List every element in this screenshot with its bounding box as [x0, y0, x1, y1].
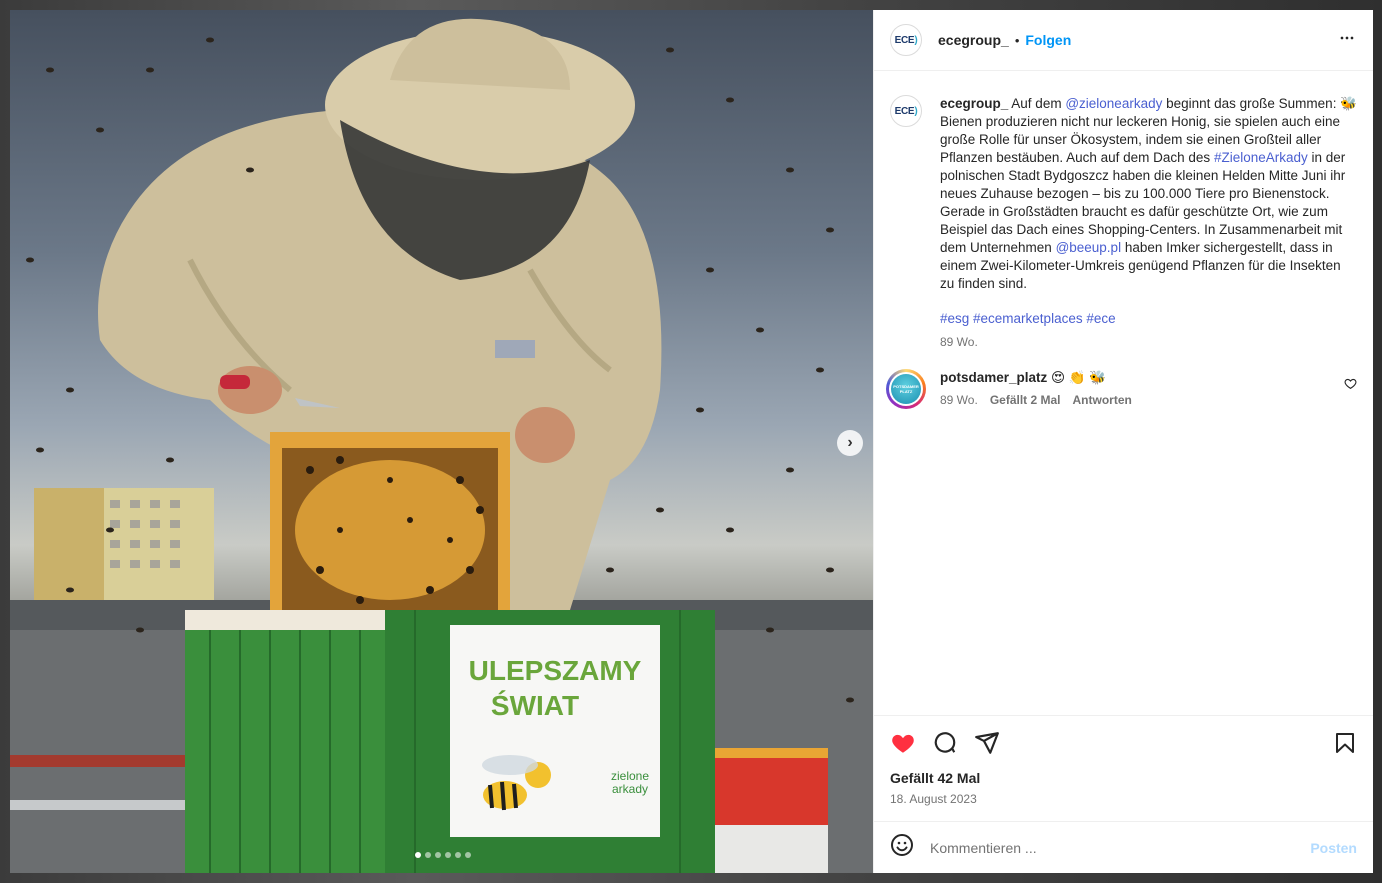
author-avatar[interactable]: ECE): [890, 24, 922, 56]
carousel-dot: [445, 852, 451, 858]
avatar-ring-inner: POTSDAMER PLATZ: [889, 372, 923, 406]
caption-text: ecegroup_ Auf dem @zielonearkady beginnt…: [940, 95, 1358, 293]
post-side-panel: ECE) ecegroup_ • Folgen ECE) ecegroup_ A…: [873, 10, 1373, 873]
action-bar: [890, 730, 1357, 760]
follow-button[interactable]: Folgen: [1025, 32, 1071, 48]
avatar-logo-text: ECE: [894, 105, 915, 117]
caption-hashtags[interactable]: #esg #ecemarketplaces #ece: [940, 311, 1358, 326]
reply-button[interactable]: Antworten: [1073, 393, 1132, 407]
beekeeper-photo: ULEPSZAMY ŚWIAT zielone arkady: [10, 18, 873, 873]
post-image: ULEPSZAMY ŚWIAT zielone arkady ›: [10, 10, 873, 873]
caption-part: Auf dem: [1011, 96, 1066, 111]
carousel-dot: [415, 852, 421, 858]
caption-avatar[interactable]: ECE): [890, 95, 922, 127]
author-username[interactable]: ecegroup_: [938, 32, 1009, 48]
avatar-swoosh-icon: ): [914, 105, 918, 117]
likes-count[interactable]: Gefällt 42 Mal: [890, 770, 1357, 786]
bookmark-icon[interactable]: [1333, 731, 1357, 760]
mention-link[interactable]: @beeup.pl: [1056, 240, 1122, 255]
post-header: ECE) ecegroup_ • Folgen: [874, 10, 1373, 71]
carousel-dot: [435, 852, 441, 858]
commenter-avatar-image: POTSDAMER PLATZ: [891, 374, 921, 404]
sign-text-line1: ULEPSZAMY: [469, 655, 642, 686]
sign-logo-line1: zielone: [611, 769, 649, 783]
carousel-indicator: [415, 852, 471, 858]
mention-link[interactable]: @zielonearkady: [1065, 96, 1162, 111]
post-modal: ULEPSZAMY ŚWIAT zielone arkady › ECE) e…: [10, 10, 1373, 873]
carousel-dot: [455, 852, 461, 858]
next-image-button[interactable]: ›: [837, 430, 863, 456]
post-date[interactable]: 18. August 2023: [890, 792, 1357, 806]
comment-body: potsdamer_platz 😍 👏 🐝: [940, 369, 1132, 387]
comment-likes[interactable]: Gefällt 2 Mal: [990, 393, 1061, 407]
commenter-avatar[interactable]: POTSDAMER PLATZ: [886, 369, 926, 409]
comment-input[interactable]: [930, 839, 1311, 856]
like-heart-icon[interactable]: [890, 730, 916, 761]
comment-item: POTSDAMER PLATZ potsdamer_platz 😍 👏 🐝 89…: [886, 369, 1357, 409]
commenter-username[interactable]: potsdamer_platz: [940, 370, 1047, 385]
caption-time[interactable]: 89 Wo.: [940, 335, 1358, 349]
avatar-swoosh-icon: ): [914, 34, 918, 46]
emoji-icon[interactable]: [890, 833, 914, 862]
more-options-icon[interactable]: [1337, 28, 1357, 53]
separator-dot: •: [1014, 32, 1020, 48]
comment-like-icon[interactable]: [1344, 377, 1357, 393]
carousel-dot: [425, 852, 431, 858]
caption-row: ECE) ecegroup_ Auf dem @zielonearkady be…: [890, 95, 1357, 349]
sign-text-line2: ŚWIAT: [491, 690, 579, 721]
sign-logo-line2: arkady: [612, 782, 648, 796]
comments-section: ECE) ecegroup_ Auf dem @zielonearkady be…: [874, 71, 1373, 715]
post-actions-area: Gefällt 42 Mal 18. August 2023: [874, 715, 1373, 821]
share-icon[interactable]: [974, 730, 1000, 761]
comment-meta: 89 Wo. Gefällt 2 Mal Antworten: [940, 393, 1132, 407]
comment-text: 😍 👏 🐝: [1051, 370, 1107, 385]
comment-time[interactable]: 89 Wo.: [940, 393, 978, 407]
comment-icon[interactable]: [932, 730, 958, 761]
add-comment-bar: Posten: [874, 821, 1373, 873]
post-comment-button[interactable]: Posten: [1310, 840, 1357, 856]
avatar-logo-text: ECE: [894, 34, 915, 46]
hashtag-link[interactable]: #ZieloneArkady: [1214, 150, 1308, 165]
carousel-dot: [465, 852, 471, 858]
caption-username[interactable]: ecegroup_: [940, 96, 1008, 111]
